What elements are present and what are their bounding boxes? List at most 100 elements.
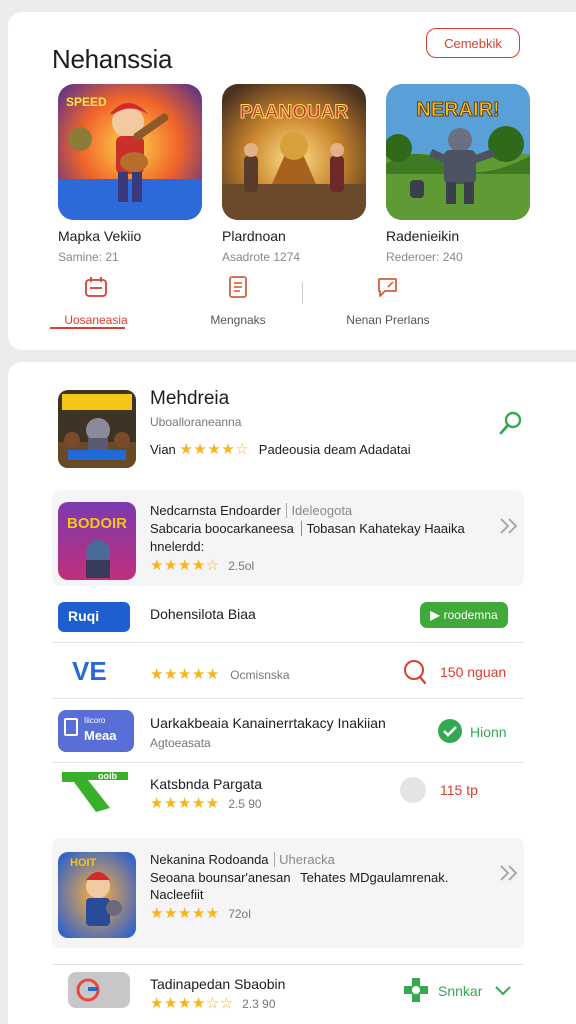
rating-label: Ocmisnska xyxy=(230,668,290,682)
card-icon xyxy=(64,718,78,736)
chevron-down-icon[interactable] xyxy=(494,984,512,998)
brand-logo-meaa: Iiicoro Meaa xyxy=(58,710,134,752)
divider xyxy=(52,964,524,965)
item-desc-line: Seoana bounsar'anesan Tehates MDgaulamre… xyxy=(150,870,448,885)
item-tag: Uheracka xyxy=(274,852,335,867)
featured-name: Radenieikin xyxy=(386,228,460,244)
item-title-row: Nekanina Rodoanda Uheracka xyxy=(150,852,335,867)
leaf-search-icon[interactable] xyxy=(498,410,524,436)
brand-logo-ve: VE xyxy=(72,656,107,686)
item-title: Dohensilota Biaa xyxy=(150,606,256,622)
item-title: Nedcarnsta Endoarder xyxy=(150,503,281,518)
divider xyxy=(52,698,524,699)
top-item-rating-row: Vian ★★★★☆ Padeousia deam Adadatai xyxy=(150,440,411,458)
check-badge-icon[interactable] xyxy=(437,718,463,744)
item-action-label[interactable]: Snnkar xyxy=(438,983,482,999)
tab-mengnaks[interactable]: Mengnaks xyxy=(178,276,298,327)
item-desc-line: Sabcaria boocarkaneesa Tobasan Kahatekay… xyxy=(150,521,465,536)
app-art-title: HOIT xyxy=(70,857,97,869)
rating-value: 72ol xyxy=(228,907,251,921)
featured-item-1[interactable]: SPEED Mapka Vekiio Samine: 21 xyxy=(58,84,202,264)
item-desc: Sabcaria boocarkaneesa xyxy=(150,521,294,536)
item-rating-row: ★★★★★ Ocmisnska xyxy=(150,665,290,684)
chat-edit-icon xyxy=(378,278,397,297)
star-rating: ★★★★★ xyxy=(150,905,220,922)
item-title: Nekanina Rodoanda xyxy=(150,852,269,867)
item-title: Uarkakbeaia Kanainerrtakacy Inakiian xyxy=(150,715,386,731)
header-action-button[interactable]: Cemebkik xyxy=(426,28,520,58)
item-rating-row: ★★★★★ 72ol xyxy=(150,904,251,923)
app-icon-nekanina[interactable]: HOIT xyxy=(58,852,136,938)
item-subtitle: Agtoeasata xyxy=(150,736,211,750)
item-action-label[interactable]: Hionn xyxy=(470,724,507,740)
install-button[interactable]: ▶ roodemna xyxy=(420,602,508,628)
rating-value: 2.3 90 xyxy=(242,997,276,1011)
item-title: Katsbnda Pargata xyxy=(150,776,263,792)
featured-name: Mapka Vekiio xyxy=(58,228,142,244)
item-desc: Tobasan Kahatekay Haaika xyxy=(301,521,465,536)
app-icon-nedcarnsta[interactable]: BODOIR xyxy=(58,502,136,580)
item-rating-row: ★★★★★ 2.5 90 xyxy=(150,794,262,813)
star-rating: ★★★★☆ xyxy=(150,557,220,574)
top-item-title: Mehdreia xyxy=(150,388,230,409)
rating-value: 2.5 90 xyxy=(228,797,262,811)
item-price: 150 nguan xyxy=(440,664,507,680)
double-chevron-right-icon[interactable] xyxy=(498,516,520,536)
star-rating: ★★★★★ xyxy=(150,666,220,683)
featured-art-title: NERAIR! xyxy=(416,99,499,121)
item-desc: Tehates MDgaulamrenak. xyxy=(300,870,449,885)
featured-item-3[interactable]: NERAIR! Radenieikin Rederoer: 240 xyxy=(386,84,530,264)
brand-logo-text: Ruqi xyxy=(68,608,100,624)
calendar-icon xyxy=(85,277,107,297)
top-item-subtitle: Uboalloraneanna xyxy=(150,415,242,429)
featured-sub: Rederoer: 240 xyxy=(386,250,463,264)
tab-divider xyxy=(302,282,303,304)
cross-badge-icon[interactable] xyxy=(402,976,430,1004)
rating-value: 2.5ol xyxy=(228,559,255,573)
item-desc: hnelerdd: xyxy=(150,539,205,554)
item-rating-row: ★★★★☆☆ 2.3 90 xyxy=(150,994,276,1013)
featured-item-2[interactable]: PAANOUAR Plardnoan Asadrote 1274 xyxy=(222,84,366,264)
featured-sub: Samine: 21 xyxy=(58,250,119,264)
play-icon: ▶ xyxy=(430,608,440,622)
tab-label: Mengnaks xyxy=(210,313,266,327)
item-desc: Seoana bounsar'anesan xyxy=(150,870,291,885)
active-tab-indicator xyxy=(50,327,125,329)
featured-art-title: SPEED xyxy=(66,95,107,109)
item-title-row: Nedcarnsta Endoarder Ideleogota xyxy=(150,503,353,518)
star-rating: ★★★★☆☆ xyxy=(150,995,234,1012)
item-tag: Ideleogota xyxy=(286,503,353,518)
tab-label: Nenan Prerlans xyxy=(346,313,430,327)
featured-art-temple: PAANOUAR xyxy=(222,84,366,220)
divider xyxy=(52,642,524,643)
app-icon-mehdreia[interactable] xyxy=(58,390,136,468)
tab-uosaneasia[interactable]: Uosaneasia xyxy=(36,276,156,327)
featured-name: Plardnoan xyxy=(222,228,286,244)
item-rating-row: ★★★★☆ 2.5ol xyxy=(150,556,254,575)
button-label: roodemna xyxy=(443,608,498,622)
brand-logo-text: Iiicoro xyxy=(84,716,106,725)
tab-nenan-prerlans[interactable]: Nenan Prerlans xyxy=(328,276,448,327)
featured-art-knight: NERAIR! xyxy=(386,84,530,220)
featured-art-title: PAANOUAR xyxy=(240,102,349,123)
tab-label: Uosaneasia xyxy=(64,313,128,327)
star-rating: ★★★★★ xyxy=(150,795,220,812)
page-title: Nehanssia xyxy=(52,44,173,74)
brand-logo-text: Meaa xyxy=(84,728,117,743)
item-title: Tadinapedan Sbaobin xyxy=(150,976,286,992)
item-desc: Nacleefiit xyxy=(150,887,204,902)
rating-prefix: Vian xyxy=(150,442,176,457)
brand-logo-ooib: ooib xyxy=(62,771,128,812)
search-icon[interactable] xyxy=(402,658,428,686)
double-chevron-right-icon[interactable] xyxy=(498,863,520,883)
item-price: 115 tp xyxy=(440,782,478,798)
toggle-circle[interactable] xyxy=(400,777,426,803)
featured-art-guitar: SPEED xyxy=(58,84,202,220)
brand-logo-text: VE xyxy=(72,656,107,686)
rating-note: Padeousia deam Adadatai xyxy=(258,442,411,457)
brand-logo-ruqi: Ruqi xyxy=(58,602,130,632)
star-rating: ★★★★☆ xyxy=(179,441,250,458)
document-icon xyxy=(229,276,247,298)
app-icon-tadinapedan[interactable] xyxy=(68,972,130,1008)
brand-logo-text: ooib xyxy=(98,771,117,781)
